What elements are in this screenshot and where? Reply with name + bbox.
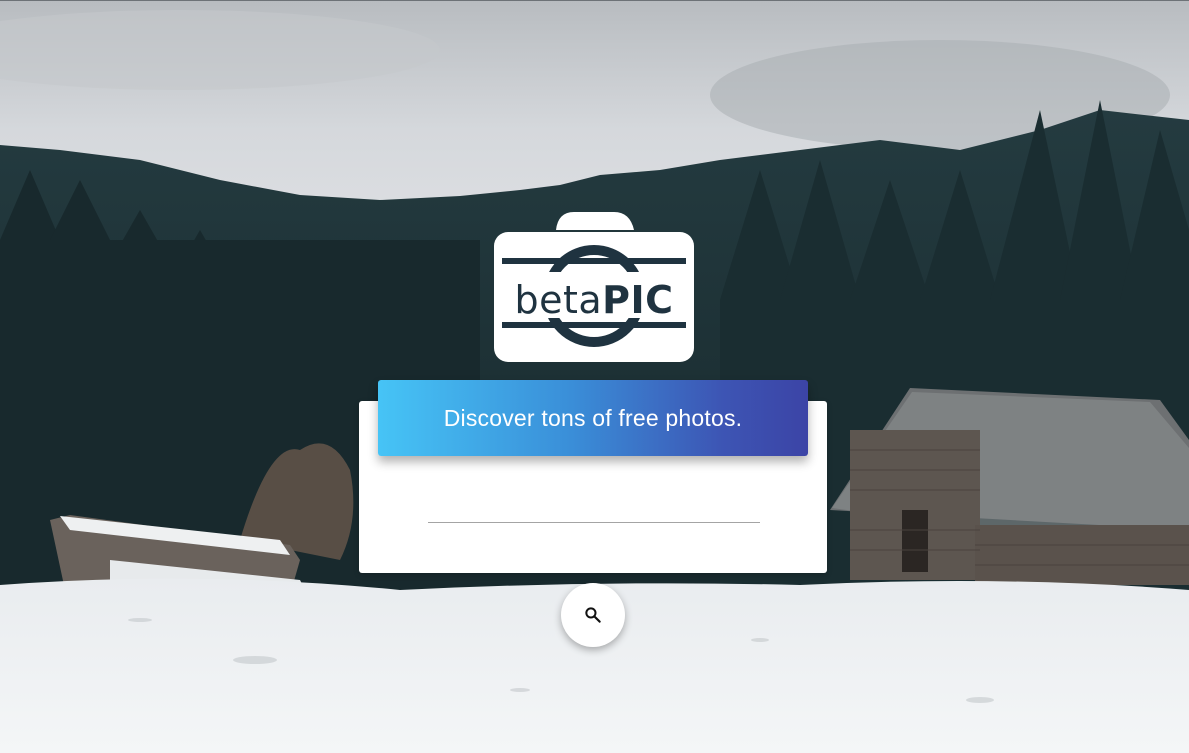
search-input[interactable] bbox=[428, 492, 760, 523]
logo-wordmark: betaPIC bbox=[494, 276, 694, 323]
tagline-text: Discover tons of free photos. bbox=[443, 404, 743, 431]
top-border-line bbox=[0, 0, 1189, 1]
logo-text-light: beta bbox=[514, 278, 603, 322]
betapic-logo[interactable]: betaPIC bbox=[494, 210, 694, 362]
search-icon bbox=[585, 607, 601, 623]
logo-text-bold: PIC bbox=[602, 278, 674, 322]
search-button[interactable] bbox=[561, 583, 625, 647]
tagline-banner: Discover tons of free photos. bbox=[378, 380, 808, 456]
